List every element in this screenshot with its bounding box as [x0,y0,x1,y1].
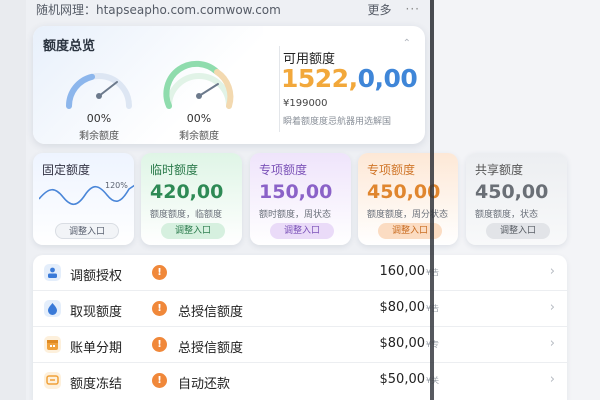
available-amount-part1: 1522, [281,64,358,93]
quota-card-fixed[interactable]: 固定额度 120% 调整入口 [33,153,134,245]
warning-icon: ! [152,337,167,352]
gauge-remaining-1: 00% 剩余额度 [59,56,139,142]
overview-title: 额度总览 [43,39,96,54]
warning-icon: ! [152,301,167,316]
quota-card-special-1[interactable]: 专项额度 150,00 额时额度，周状态 调整入口 [250,153,351,245]
quota-card-title: 临时额度 [150,163,199,177]
available-amount-part2: 0,00 [357,64,418,93]
list-item-amount: 160,00 [379,264,426,279]
quota-card-title: 固定额度 [42,163,91,177]
chevron-right-icon[interactable]: › [550,300,555,315]
quota-card-value: 450,00 [475,181,549,203]
adjust-button[interactable]: 调整入口 [161,223,225,239]
adjust-button[interactable]: 调整入口 [270,223,334,239]
gauge-2-percent: 00% [186,112,212,125]
quota-card-desc: 额度额度，临额度 [150,210,223,220]
available-subamount: ¥199000 [283,98,328,109]
adjust-button[interactable]: 调整入口 [486,223,550,239]
phone-edge-divider [430,0,434,400]
quota-card-special-2[interactable]: 专项额度 450,00 额度额度，周分状态 调整入口 [358,153,458,245]
overview-card: 额度总览 00% 剩余额度 00% 剩余额度 可用额度 1522,0,00 ¥1… [33,26,425,144]
adjust-button[interactable]: 调整入口 [55,223,119,239]
quota-card-shared[interactable]: 共享额度 450,00 额度额度，状态 调整入口 [466,153,567,245]
available-amount: 1522,0,00 [281,64,418,93]
collapse-chevron-icon[interactable]: ⌃ [403,38,411,49]
quota-card-temporary[interactable]: 临时额度 420,00 额度额度，临额度 调整入口 [141,153,242,245]
more-link[interactable]: 更多 [368,1,392,18]
list-item-amount: $50,00 [379,372,426,387]
list-item-label: 调额授权 [70,269,123,284]
list-item-quota-authorization[interactable]: 调额授权 ! 160,00 ¥告 › [33,255,567,291]
authorization-icon [44,264,61,281]
list-item-installment[interactable]: 账单分期 ! 总授信额度 $80,00 ¥专 › [33,327,567,363]
quota-card-desc: 额度额度，状态 [475,210,539,220]
url-text[interactable]: 随机网理：htapseapho.com.comwow.com [36,1,368,18]
gauge-1-label: 剩余额度 [79,131,119,142]
message-icon [44,372,61,389]
list-item-amount: $80,00 [379,336,426,351]
list-item-sub: 总授信额度 [178,341,244,356]
available-note: 瞬着额度度忌航器用选解国 [283,117,392,127]
quota-card-value: 420,00 [150,181,224,203]
sparkline-label: 120% [105,181,128,190]
chevron-right-icon[interactable]: › [550,372,555,387]
more-dots-icon[interactable]: ··· [406,2,420,16]
quota-card-desc: 额度额度，周分状态 [367,210,449,220]
chevron-right-icon[interactable]: › [550,336,555,351]
list-item-label: 额度冻结 [70,377,123,392]
list-item-sub: 总授信额度 [178,305,244,320]
feature-list: 调额授权 ! 160,00 ¥告 › 取现额度 ! 总授信额度 $80,00 ¥… [33,255,567,400]
calendar-icon [44,336,61,353]
warning-icon: ! [152,265,167,280]
list-item-amount: $80,00 [379,300,426,315]
quota-card-desc: 额时额度，周状态 [259,210,332,220]
list-item-cash-withdrawal[interactable]: 取现额度 ! 总授信额度 $80,00 ¥告 › [33,291,567,327]
quota-card-title: 共享额度 [475,163,524,177]
list-item-label: 取现额度 [70,305,123,320]
overview-divider [279,46,280,132]
gauge-2-label: 剩余额度 [179,131,219,142]
list-item-label: 账单分期 [70,341,123,356]
gauge-remaining-2: 00% 剩余额度 [159,56,239,142]
cash-icon [44,300,61,317]
quota-card-value: 150,00 [259,181,333,203]
warning-icon: ! [152,373,167,388]
quota-card-title: 专项额度 [259,163,308,177]
quota-card-title: 专项额度 [367,163,416,177]
list-item-quota-freeze[interactable]: 额度冻结 ! 自动还款 $50,00 ¥关 › [33,363,567,399]
gauge-1-percent: 00% [86,112,112,125]
list-item-sub: 自动还款 [178,377,231,392]
chevron-right-icon[interactable]: › [550,264,555,279]
left-backdrop [0,0,26,400]
url-bar: 随机网理：htapseapho.com.comwow.com 更多 ··· [26,0,430,18]
